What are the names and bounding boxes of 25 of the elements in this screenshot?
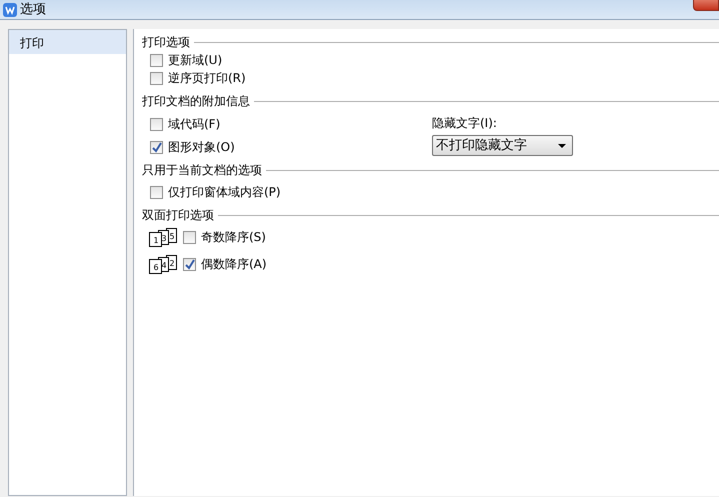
field-label: 隐藏文字(I): (432, 115, 498, 132)
app-logo-icon (3, 2, 17, 16)
hidden-text-dropdown[interactable]: 不打印隐藏文字 (432, 135, 573, 156)
checkbox[interactable] (150, 186, 163, 198)
checkbox[interactable] (150, 140, 163, 154)
checkbox-label: 图形对象(O) (168, 139, 235, 156)
checkbox-label: 奇数降序(S) (201, 229, 266, 246)
section-title: 双面打印选项 (142, 207, 214, 224)
caret-icon (558, 144, 566, 148)
checkbox[interactable] (150, 118, 163, 130)
close-button[interactable] (693, 0, 719, 11)
section-title: 打印选项 (142, 34, 190, 51)
checkbox-label: 域代码(F) (168, 116, 220, 133)
checkbox-label: 仅打印窗体域内容(P) (168, 184, 281, 201)
checkbox-label: 更新域(U) (168, 52, 222, 69)
checkbox[interactable] (150, 72, 163, 84)
section-title: 打印文档的附加信息 (142, 93, 250, 110)
checkbox[interactable] (150, 54, 163, 66)
window-title: 选项 (20, 0, 46, 18)
sidebar-item[interactable]: 打印 (9, 30, 126, 54)
checkbox-label: 偶数降序(A) (201, 256, 267, 273)
checkbox-label: 逆序页打印(R) (168, 70, 246, 87)
checkbox[interactable] (183, 258, 196, 270)
checkbox[interactable] (183, 230, 196, 244)
section-title: 只用于当前文档的选项 (142, 162, 262, 179)
